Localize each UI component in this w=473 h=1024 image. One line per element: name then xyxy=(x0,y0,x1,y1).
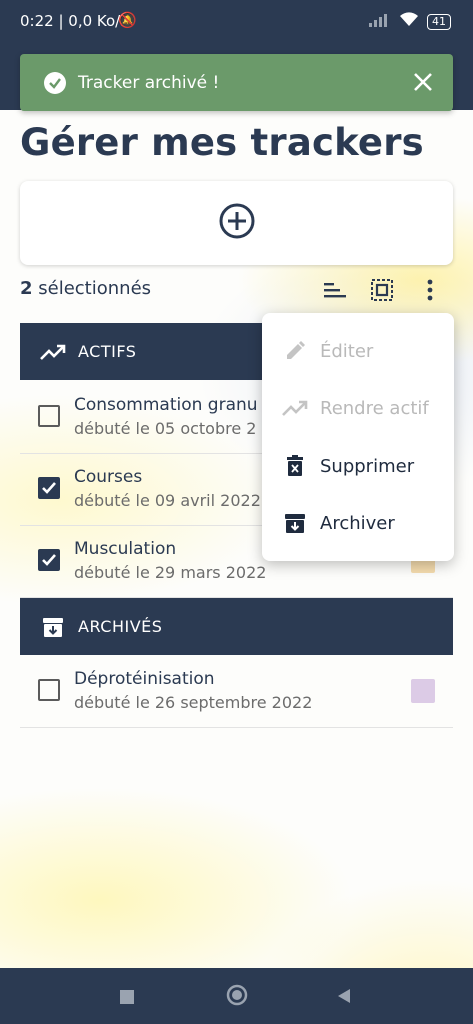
tracker-start-date: débuté le 26 septembre 2022 xyxy=(74,693,313,712)
tracker-start-date: débuté le 09 avril 2022 xyxy=(74,491,261,510)
select-all-icon[interactable] xyxy=(370,278,394,302)
status-time: 0:22 | 0,0 Ko/s xyxy=(20,12,129,30)
mute-notification-icon: 🔕 xyxy=(118,11,137,29)
menu-label-edit: Éditer xyxy=(320,340,374,362)
menu-label-make-active: Rendre actif xyxy=(320,397,429,419)
section-header-archived: ARCHIVÉS xyxy=(20,598,453,655)
back-button[interactable] xyxy=(336,988,352,1008)
battery-indicator: 41 xyxy=(427,13,451,30)
row-checkbox[interactable] xyxy=(38,405,60,427)
status-icons: 41 xyxy=(369,12,451,31)
menu-item-delete[interactable]: Supprimer xyxy=(262,441,454,491)
selection-number: 2 xyxy=(20,278,33,299)
page-title: Gérer mes trackers xyxy=(20,121,424,164)
menu-label-delete: Supprimer xyxy=(320,455,415,477)
trending-up-icon xyxy=(40,339,66,365)
system-navigation-bar xyxy=(0,968,473,1024)
context-menu: Éditer Rendre actif Supprimer Archiver xyxy=(262,313,454,561)
tracker-title: Musculation xyxy=(74,539,177,559)
signal-icon xyxy=(369,13,391,31)
close-icon[interactable] xyxy=(411,70,435,94)
recents-button[interactable] xyxy=(120,989,134,1008)
home-button[interactable] xyxy=(226,984,248,1010)
tracker-title: Consommation granu xyxy=(74,395,258,415)
trash-icon xyxy=(282,453,308,479)
tracker-start-date: débuté le 29 mars 2022 xyxy=(74,563,267,582)
selection-count: 2 sélectionnés xyxy=(20,278,151,299)
tracker-title: Courses xyxy=(74,467,143,487)
wifi-icon xyxy=(399,12,419,31)
check-icon xyxy=(42,554,56,566)
snackbar-message: Tracker archivé ! xyxy=(78,72,220,93)
check-circle-icon xyxy=(44,71,66,94)
section-label-active: ACTIFS xyxy=(78,342,137,361)
add-circle-icon xyxy=(218,202,256,244)
menu-item-make-active[interactable]: Rendre actif xyxy=(262,383,454,433)
row-checkbox[interactable] xyxy=(38,477,60,499)
menu-item-edit[interactable]: Éditer xyxy=(262,326,454,376)
snackbar: Tracker archivé ! xyxy=(20,54,453,111)
sort-icon[interactable] xyxy=(322,278,346,302)
check-icon xyxy=(42,482,56,494)
menu-item-archive[interactable]: Archiver xyxy=(262,498,454,548)
archive-icon xyxy=(282,510,308,536)
trending-up-icon xyxy=(282,395,308,421)
row-checkbox[interactable] xyxy=(38,679,60,701)
tracker-color-swatch xyxy=(411,679,435,703)
tracker-title: Déprotéinisation xyxy=(74,669,215,689)
row-checkbox[interactable] xyxy=(38,549,60,571)
section-label-archived: ARCHIVÉS xyxy=(78,617,163,636)
pencil-icon xyxy=(282,338,308,364)
selection-label: sélectionnés xyxy=(32,278,152,299)
archive-icon xyxy=(40,614,66,640)
add-tracker-button[interactable] xyxy=(20,181,453,265)
more-vert-icon[interactable] xyxy=(418,278,442,302)
tracker-start-date: débuté le 05 octobre 2 xyxy=(74,419,257,438)
menu-label-archive: Archiver xyxy=(320,512,395,534)
list-item[interactable]: Déprotéinisation débuté le 26 septembre … xyxy=(20,655,453,728)
